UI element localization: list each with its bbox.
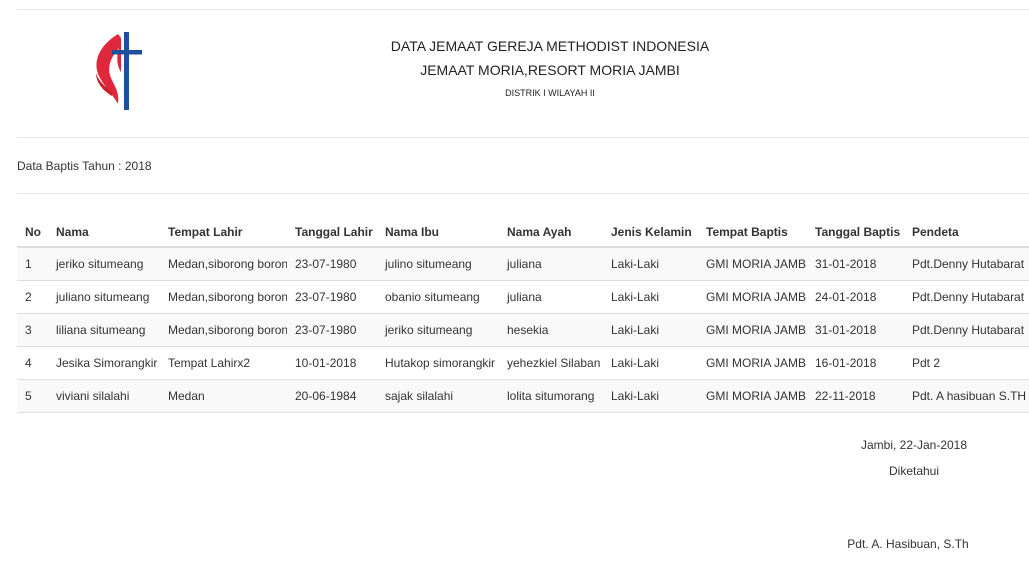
cell-tempat-baptis: GMI MORIA JAMBI: [698, 346, 807, 380]
cell-nama-ibu: jeriko situmeang: [377, 313, 499, 347]
cell-jenis-kelamin: Laki-Laki: [603, 246, 698, 281]
cell-nama: viviani silalahi: [48, 379, 160, 413]
cell-tanggal-lahir: 10-01-2018: [287, 346, 377, 380]
cell-nama-ayah: yehezkiel Silaban: [499, 346, 603, 380]
cell-no: 3: [17, 313, 48, 347]
cell-tempat-baptis: GMI MORIA JAMBI: [698, 379, 807, 413]
cell-nama-ayah: juliana: [499, 280, 603, 314]
cell-jenis-kelamin: Laki-Laki: [603, 280, 698, 314]
cell-nama-ayah: hesekia: [499, 313, 603, 347]
top-divider: [17, 9, 1029, 10]
cell-tanggal-baptis: 31-01-2018: [807, 313, 904, 347]
signatory-name: Pdt. A. Hasibuan, S.Th: [847, 537, 969, 551]
cell-nama-ayah: juliana: [499, 246, 603, 281]
cell-tempat-baptis: GMI MORIA JAMBI: [698, 246, 807, 281]
table-row: 1 jeriko situmeang Medan,siborong boron …: [17, 246, 1029, 281]
baptism-year-label: Data Baptis Tahun : 2018: [17, 159, 152, 173]
cell-tanggal-baptis: 24-01-2018: [807, 280, 904, 314]
cell-no: 1: [17, 246, 48, 281]
column-header-tanggal-lahir: Tanggal Lahir: [287, 218, 377, 248]
report-title: DATA JEMAAT GEREJA METHODIST INDONESIA: [390, 38, 710, 54]
report-subtitle-district: DISTRIK I WILAYAH II: [505, 88, 595, 98]
header-divider: [17, 137, 1029, 138]
cell-nama: jeriko situmeang: [48, 246, 160, 281]
cell-no: 2: [17, 280, 48, 314]
cell-jenis-kelamin: Laki-Laki: [603, 313, 698, 347]
cell-tanggal-baptis: 31-01-2018: [807, 246, 904, 281]
column-header-tanggal-baptis: Tanggal Baptis: [807, 218, 904, 248]
column-header-tempat-lahir: Tempat Lahir: [160, 218, 287, 248]
column-header-pendeta: Pendeta: [904, 218, 1029, 248]
cell-tempat-lahir: Medan,siborong boron: [160, 280, 287, 314]
table-row: 2 juliano situmeang Medan,siborong boron…: [17, 280, 1029, 314]
column-header-jenis-kelamin: Jenis Kelamin: [603, 218, 698, 248]
cell-nama-ayah: lolita situmorang: [499, 379, 603, 413]
cell-tanggal-lahir: 20-06-1984: [287, 379, 377, 413]
column-header-nama-ayah: Nama Ayah: [499, 218, 603, 248]
cell-pendeta: Pdt.Denny Hutabarat: [904, 313, 1029, 347]
signature-place-date: Jambi, 22-Jan-2018: [860, 438, 968, 452]
cell-jenis-kelamin: Laki-Laki: [603, 379, 698, 413]
cell-nama-ibu: Hutakop simorangkir: [377, 346, 499, 380]
cell-pendeta: Pdt 2: [904, 346, 1029, 380]
cell-nama: liliana situmeang: [48, 313, 160, 347]
cell-tempat-baptis: GMI MORIA JAMBI: [698, 280, 807, 314]
cell-tanggal-baptis: 16-01-2018: [807, 346, 904, 380]
cell-nama: Jesika Simorangkir: [48, 346, 160, 380]
section-divider: [17, 193, 1029, 194]
table-header-row: No Nama Tempat Lahir Tanggal Lahir Nama …: [17, 218, 1029, 248]
cell-pendeta: Pdt.Denny Hutabarat: [904, 246, 1029, 281]
cell-tempat-lahir: Tempat Lahirx2: [160, 346, 287, 380]
report-subtitle-congregation: JEMAAT MORIA,RESORT MORIA JAMBI: [420, 62, 680, 78]
cell-nama: juliano situmeang: [48, 280, 160, 314]
cell-tempat-lahir: Medan: [160, 379, 287, 413]
column-header-tempat-baptis: Tempat Baptis: [698, 218, 807, 248]
baptism-data-table: No Nama Tempat Lahir Tanggal Lahir Nama …: [17, 218, 1029, 413]
cell-no: 5: [17, 379, 48, 413]
column-header-nama-ibu: Nama Ibu: [377, 218, 499, 248]
cell-tempat-baptis: GMI MORIA JAMBI: [698, 313, 807, 347]
signature-acknowledged-label: Diketahui: [888, 464, 940, 478]
cell-nama-ibu: julino situmeang: [377, 246, 499, 281]
cell-pendeta: Pdt.Denny Hutabarat: [904, 280, 1029, 314]
table-row: 5 viviani silalahi Medan 20-06-1984 saja…: [17, 379, 1029, 413]
cell-tempat-lahir: Medan,siborong boron: [160, 246, 287, 281]
cell-tanggal-baptis: 22-11-2018: [807, 379, 904, 413]
cell-jenis-kelamin: Laki-Laki: [603, 346, 698, 380]
cell-no: 4: [17, 346, 48, 380]
column-header-nama: Nama: [48, 218, 160, 248]
cell-pendeta: Pdt. A hasibuan S.TH: [904, 379, 1029, 413]
cell-nama-ibu: sajak silalahi: [377, 379, 499, 413]
methodist-cross-flame-icon: [88, 30, 150, 112]
cell-nama-ibu: obanio situmeang: [377, 280, 499, 314]
cell-tanggal-lahir: 23-07-1980: [287, 313, 377, 347]
table-row: 4 Jesika Simorangkir Tempat Lahirx2 10-0…: [17, 346, 1029, 380]
table-row: 3 liliana situmeang Medan,siborong boron…: [17, 313, 1029, 347]
cell-tempat-lahir: Medan,siborong boron: [160, 313, 287, 347]
column-header-no: No: [17, 218, 48, 248]
cell-tanggal-lahir: 23-07-1980: [287, 246, 377, 281]
cell-tanggal-lahir: 23-07-1980: [287, 280, 377, 314]
